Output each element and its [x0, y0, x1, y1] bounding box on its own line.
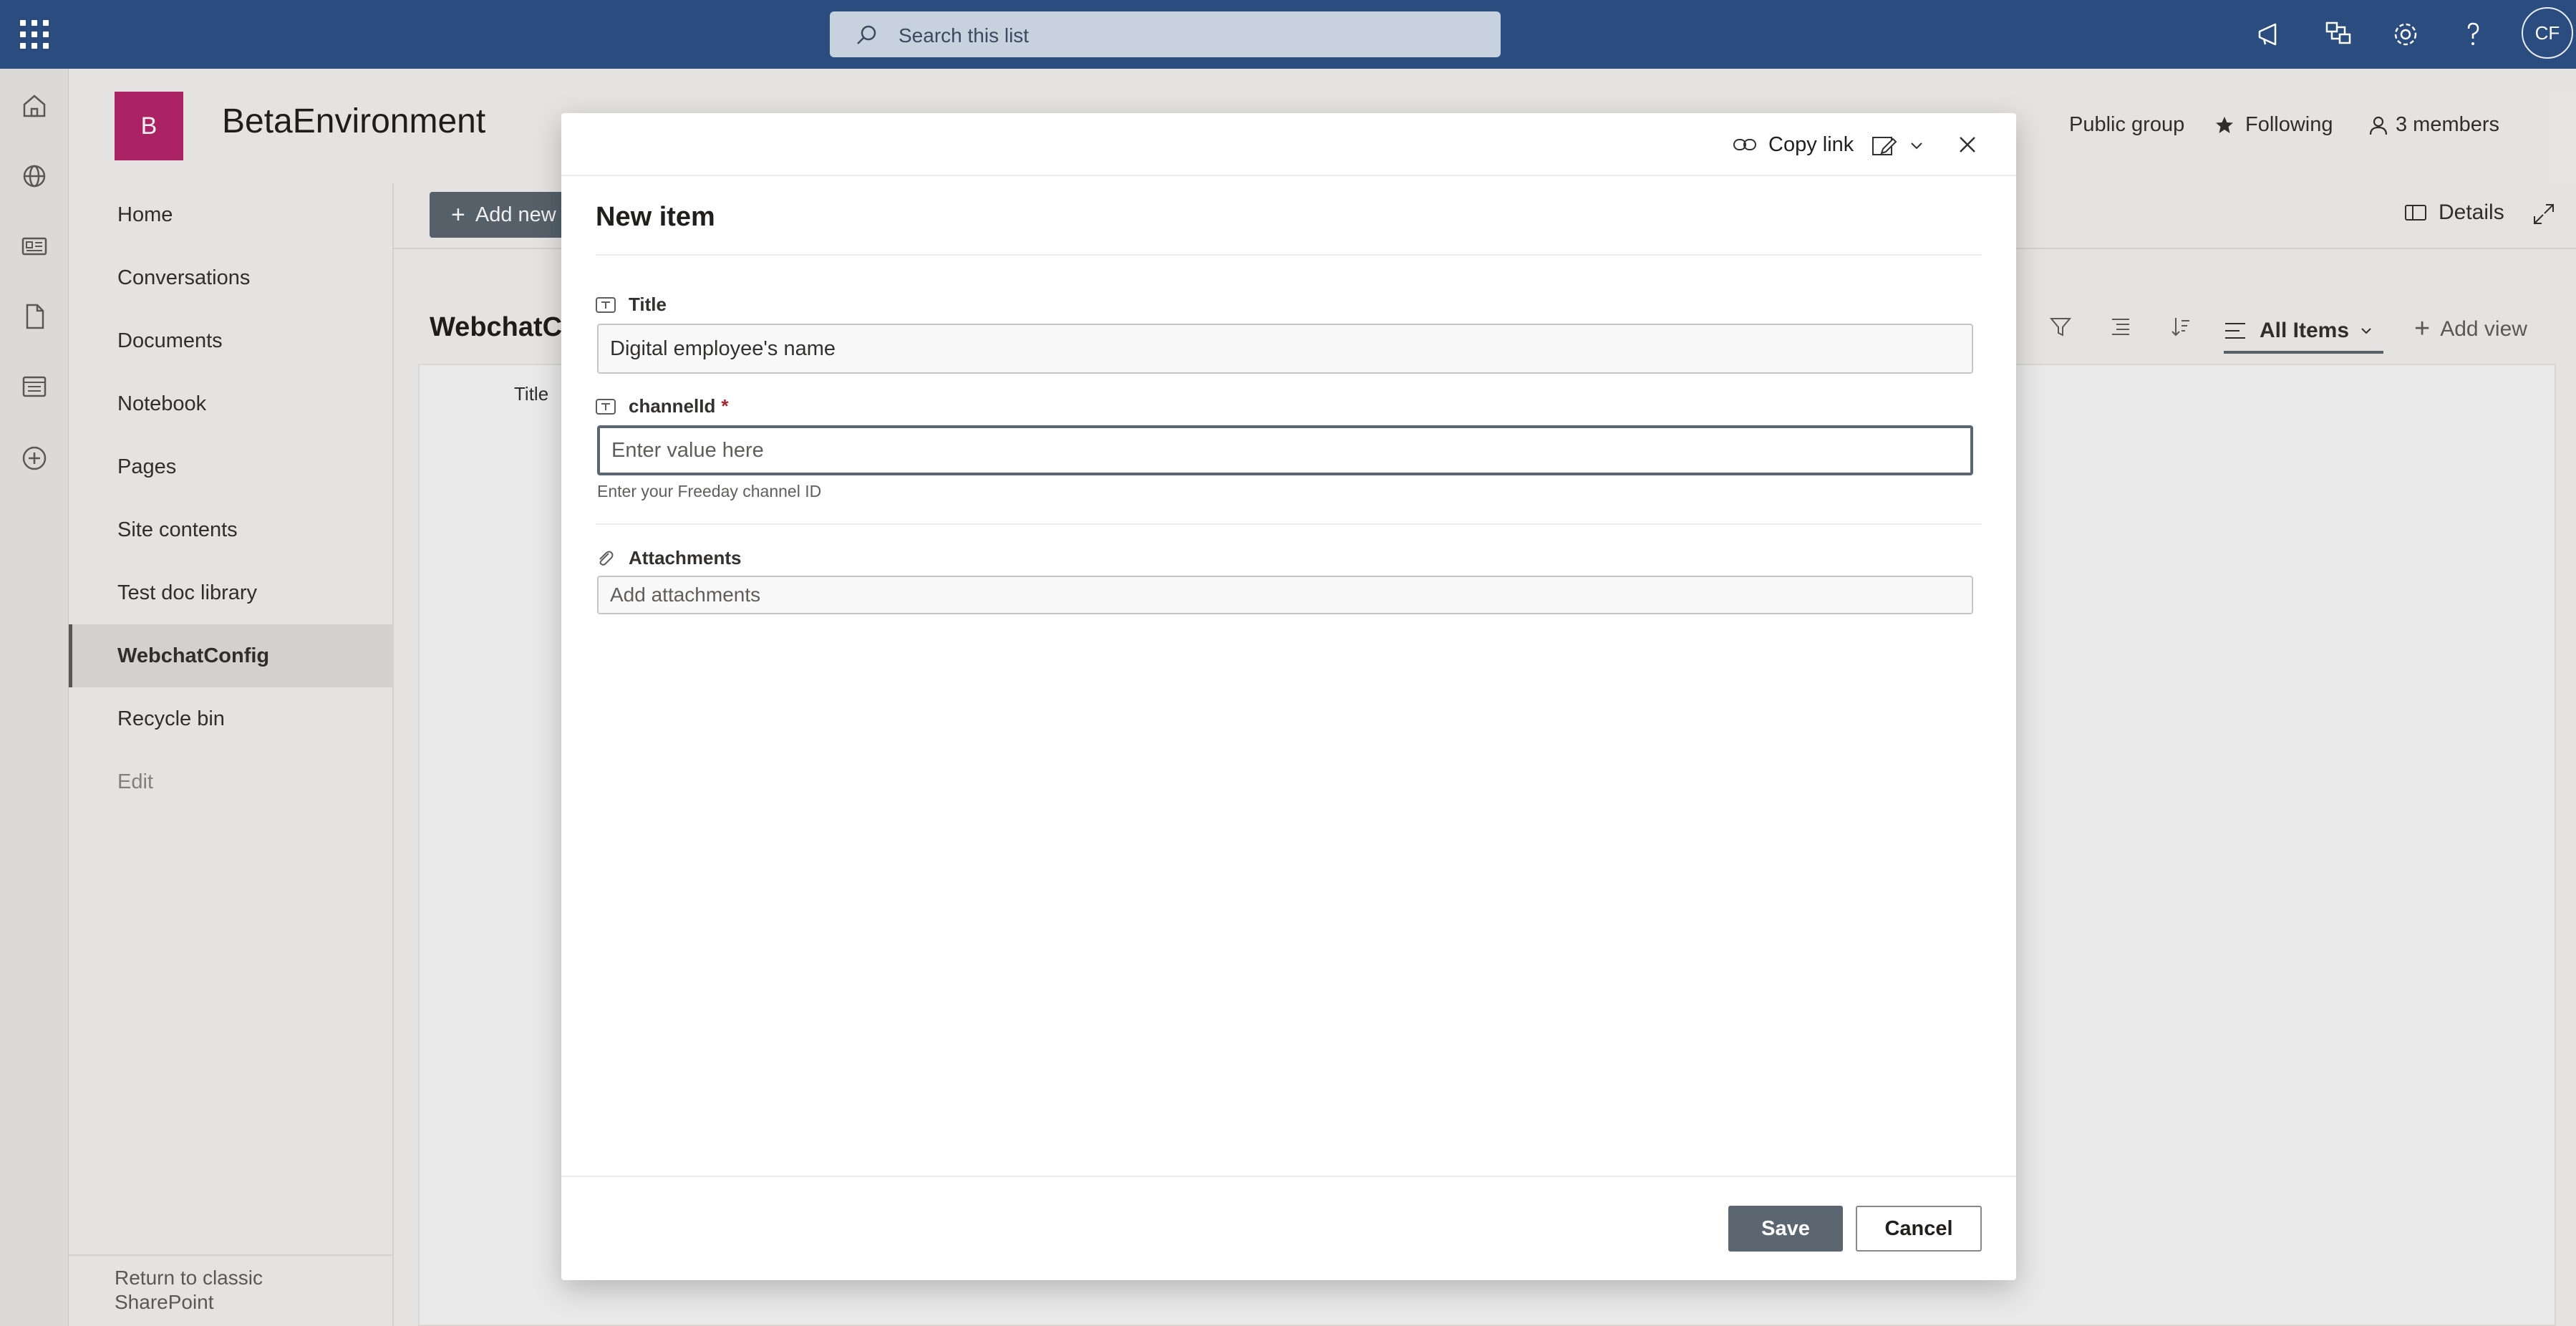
channelid-placeholder: Enter value here — [611, 438, 764, 462]
edit-form-icon[interactable] — [1872, 135, 1897, 158]
search-box[interactable]: Search this list — [830, 11, 1501, 57]
settings-icon[interactable] — [2388, 17, 2423, 52]
divider — [596, 523, 1982, 525]
channelid-label: channelId — [629, 395, 716, 417]
copy-link-button[interactable]: Copy link — [1733, 129, 1854, 160]
search-icon — [857, 25, 876, 44]
footer-divider — [561, 1176, 2016, 1177]
attachments-label: Attachments — [629, 547, 742, 568]
paperclip-icon — [599, 551, 614, 566]
channelid-help-text: Enter your Freeday channel ID — [597, 482, 822, 500]
dialog-title: New item — [596, 202, 715, 232]
chevron-down-icon[interactable] — [1909, 139, 1924, 153]
text-field-icon — [596, 398, 616, 415]
required-indicator: * — [721, 395, 729, 417]
new-item-dialog: Copy link New item Title Digital employe… — [561, 113, 2016, 1280]
close-icon[interactable] — [1956, 133, 1979, 156]
user-avatar[interactable]: CF — [2522, 7, 2573, 59]
title-label: Title — [629, 294, 667, 315]
title-input-value: Digital employee's name — [610, 337, 836, 360]
help-icon[interactable] — [2456, 17, 2490, 52]
attachments-placeholder: Add attachments — [610, 584, 761, 606]
divider — [596, 254, 1982, 256]
link-icon — [1733, 139, 1756, 150]
channelid-field-label: channelId * — [596, 395, 728, 417]
suite-bar: Search this list CF — [0, 0, 2576, 69]
copy-link-label: Copy link — [1768, 132, 1854, 156]
title-field-label: Title — [596, 294, 667, 316]
cancel-button[interactable]: Cancel — [1856, 1206, 1982, 1252]
dialog-header: Copy link — [561, 113, 2016, 176]
text-field-icon — [596, 296, 616, 313]
megaphone-icon[interactable] — [2252, 17, 2287, 52]
save-button[interactable]: Save — [1728, 1206, 1843, 1252]
channelid-input[interactable]: Enter value here — [597, 425, 1973, 475]
title-input[interactable]: Digital employee's name — [597, 324, 1973, 374]
share-icon[interactable] — [2321, 17, 2355, 52]
app-launcher-icon[interactable] — [20, 20, 49, 49]
search-placeholder: Search this list — [899, 24, 1030, 47]
add-attachments-input[interactable]: Add attachments — [597, 576, 1973, 614]
attachments-field-label: Attachments — [596, 547, 741, 569]
